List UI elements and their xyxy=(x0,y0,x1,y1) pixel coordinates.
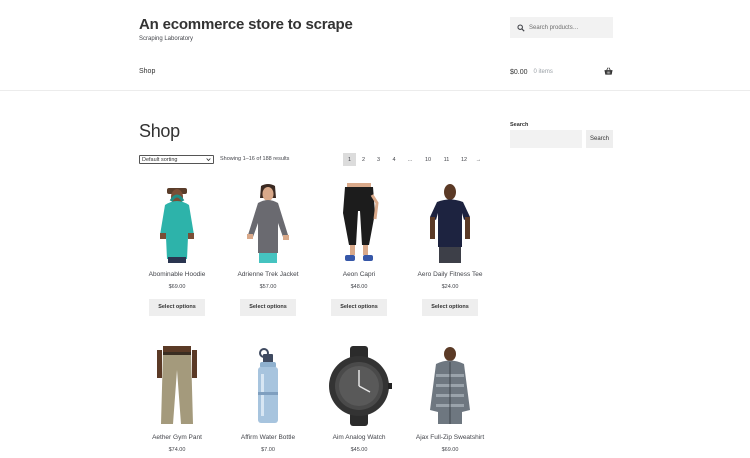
product-card: Aero Daily Fitness Tee $24.00 Select opt… xyxy=(410,183,490,316)
product-card: Ajax Full-Zip Sweatshirt $69.00 xyxy=(410,346,490,453)
product-price: $7.00 xyxy=(261,447,275,453)
select-options-button[interactable]: Select options xyxy=(240,299,296,316)
product-image-sweatshirt[interactable] xyxy=(410,346,490,426)
product-card: Aether Gym Pant $74.00 xyxy=(137,346,217,453)
cart-link[interactable]: $0.00 0 items xyxy=(510,67,613,77)
cart-count: 0 items xyxy=(533,69,553,75)
sidebar-search-input[interactable] xyxy=(510,130,582,148)
page-2[interactable]: 2 xyxy=(356,153,371,166)
product-card: Affirm Water Bottle $7.00 xyxy=(228,346,308,453)
sidebar-search-button[interactable]: Search xyxy=(586,130,613,148)
product-name[interactable]: Aim Analog Watch xyxy=(319,434,399,441)
sort-selected-value: Default sorting xyxy=(142,156,178,163)
product-name[interactable]: Adrienne Trek Jacket xyxy=(228,271,308,278)
page-11[interactable]: 11 xyxy=(438,153,455,166)
product-card: Aim Analog Watch $45.00 xyxy=(319,346,399,453)
product-name[interactable]: Ajax Full-Zip Sweatshirt xyxy=(410,434,490,441)
product-image-hoodie[interactable] xyxy=(137,183,217,263)
result-count: Showing 1–16 of 188 results xyxy=(220,156,290,162)
product-name[interactable]: Aero Daily Fitness Tee xyxy=(410,271,490,278)
select-options-button[interactable]: Select options xyxy=(331,299,387,316)
pagination: 1 2 3 4 … 10 11 12 → xyxy=(343,153,484,166)
product-card: Aeon Capri $48.00 Select options xyxy=(319,183,399,316)
product-price: $74.00 xyxy=(168,447,186,453)
page-title: Shop xyxy=(139,121,180,141)
product-price: $57.00 xyxy=(259,284,277,290)
site-title[interactable]: An ecommerce store to scrape xyxy=(139,16,353,33)
product-image-tee[interactable] xyxy=(410,183,490,263)
product-price: $48.00 xyxy=(350,284,368,290)
product-price: $24.00 xyxy=(441,284,459,290)
product-price: $69.00 xyxy=(441,447,459,453)
search-icon xyxy=(517,23,525,32)
nav-shop-link[interactable]: Shop xyxy=(139,68,155,75)
product-image-watch[interactable] xyxy=(319,346,399,426)
page-10[interactable]: 10 xyxy=(418,153,438,166)
page-1: 1 xyxy=(343,153,356,166)
search-placeholder: Search products… xyxy=(529,24,579,31)
product-name[interactable]: Abominable Hoodie xyxy=(137,271,217,278)
product-name[interactable]: Affirm Water Bottle xyxy=(228,434,308,441)
page-ellipsis: … xyxy=(407,156,413,163)
product-name[interactable]: Aeon Capri xyxy=(319,271,399,278)
select-options-button[interactable]: Select options xyxy=(422,299,478,316)
product-name[interactable]: Aether Gym Pant xyxy=(137,434,217,441)
next-page-arrow[interactable]: → xyxy=(473,153,484,166)
cart-amount: $0.00 xyxy=(510,68,528,76)
product-price: $69.00 xyxy=(168,284,186,290)
site-tagline: Scraping Laboratory xyxy=(139,36,194,42)
basket-icon xyxy=(604,67,613,75)
product-image-jacket[interactable] xyxy=(228,183,308,263)
page-3[interactable]: 3 xyxy=(371,153,386,166)
sort-select[interactable]: Default sorting xyxy=(139,155,214,164)
select-options-button[interactable]: Select options xyxy=(149,299,205,316)
page-4[interactable]: 4 xyxy=(386,153,402,166)
header-divider xyxy=(0,90,750,91)
page-12[interactable]: 12 xyxy=(455,153,473,166)
product-card: Adrienne Trek Jacket $57.00 Select optio… xyxy=(228,183,308,316)
chevron-down-icon xyxy=(206,158,211,162)
product-image-capri[interactable] xyxy=(319,183,399,263)
product-image-pant[interactable] xyxy=(137,346,217,426)
product-price: $45.00 xyxy=(350,447,368,453)
product-search-input[interactable]: Search products… xyxy=(510,17,613,38)
product-image-bottle[interactable] xyxy=(228,346,308,426)
sidebar-search-label: Search xyxy=(510,122,529,128)
product-card: Abominable Hoodie $69.00 Select options xyxy=(137,183,217,316)
